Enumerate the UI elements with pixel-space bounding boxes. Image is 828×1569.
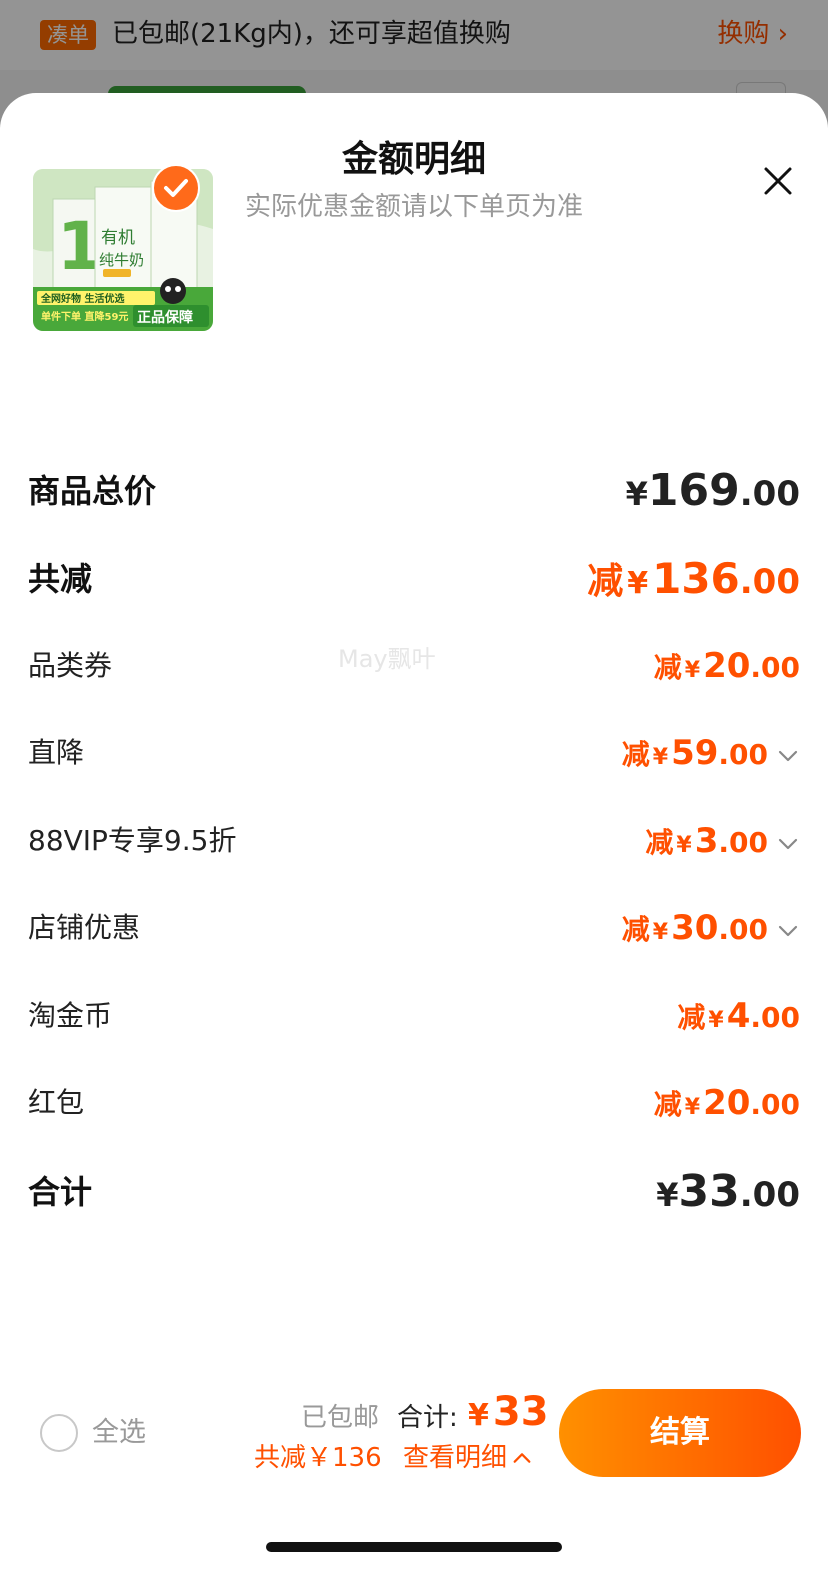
home-indicator[interactable] bbox=[266, 1542, 562, 1552]
checkout-button[interactable]: 结算 bbox=[559, 1389, 801, 1477]
row-amount: ¥ 33 .00 bbox=[656, 1162, 800, 1225]
product-image-text-2: 纯牛奶 bbox=[99, 251, 144, 269]
row-amount: 减 ¥ 3 .00 bbox=[645, 811, 800, 876]
row-direct-discount[interactable]: 直降 减 ¥ 59 .00 bbox=[28, 723, 800, 783]
product-image-text-4: 单件下单 直降59元 bbox=[41, 310, 128, 323]
sum-value: ¥33 bbox=[468, 1388, 549, 1444]
sum-label: 合计: bbox=[397, 1403, 458, 1433]
discount-prefix: 减 bbox=[677, 1001, 706, 1034]
product-image-text-1: 有机 bbox=[101, 228, 135, 248]
close-icon bbox=[764, 167, 792, 195]
chevron-down-icon[interactable] bbox=[776, 919, 800, 943]
amount-integer: 3 bbox=[694, 821, 719, 861]
currency-symbol: ¥ bbox=[656, 1176, 679, 1214]
row-label: 直降 bbox=[28, 736, 85, 769]
discount-prefix: 减 bbox=[653, 1088, 682, 1121]
amount-integer: 136 bbox=[652, 554, 740, 603]
row-label: 共减 bbox=[28, 560, 93, 598]
row-label: 合计 bbox=[28, 1173, 93, 1211]
row-red-packet: 红包 减 ¥ 20 .00 bbox=[28, 1073, 800, 1133]
row-store-discount[interactable]: 店铺优惠 减 ¥ 30 .00 bbox=[28, 898, 800, 958]
chevron-up-icon bbox=[513, 1453, 531, 1463]
close-button[interactable] bbox=[756, 159, 800, 203]
view-detail-label: 查看明细 bbox=[403, 1443, 508, 1473]
row-amount: 减 ¥ 4 .00 bbox=[677, 986, 800, 1051]
amount-integer: 169 bbox=[647, 465, 740, 516]
view-detail-link[interactable]: 查看明细 bbox=[403, 1440, 533, 1476]
watermark: May飘叶 bbox=[338, 645, 436, 673]
amount-decimal: .00 bbox=[739, 1175, 800, 1215]
amount-integer: 20 bbox=[703, 1083, 751, 1123]
chevron-down-icon[interactable] bbox=[776, 744, 800, 768]
currency-symbol: ¥ bbox=[684, 658, 701, 683]
select-all-label[interactable]: 全选 bbox=[92, 1414, 146, 1452]
row-88vip-discount[interactable]: 88VIP专享9.5折 减 ¥ 3 .00 bbox=[28, 811, 800, 871]
discount-prefix: 减 bbox=[621, 738, 650, 771]
amount-decimal: .00 bbox=[739, 474, 800, 514]
currency-symbol: ¥ bbox=[625, 475, 648, 513]
currency-symbol: ¥ bbox=[652, 745, 669, 770]
amount-decimal: .00 bbox=[718, 738, 768, 771]
amount-decimal: .00 bbox=[718, 913, 768, 946]
row-label: 红包 bbox=[28, 1086, 85, 1119]
select-all-radio[interactable] bbox=[40, 1414, 78, 1452]
currency-symbol: ¥ bbox=[708, 1008, 724, 1033]
amount-decimal: .00 bbox=[739, 562, 800, 602]
amount-integer: 33 bbox=[678, 1166, 740, 1217]
currency-symbol: ¥ bbox=[676, 833, 692, 858]
amount-decimal: .00 bbox=[750, 651, 800, 684]
sum-currency: ¥ bbox=[468, 1398, 489, 1433]
shipping-status: 已包邮 bbox=[301, 1403, 380, 1433]
product-selected-checkbox[interactable] bbox=[152, 164, 200, 212]
currency-symbol: ¥ bbox=[652, 920, 669, 945]
row-amount: 减 ¥ 20 .00 bbox=[654, 636, 800, 701]
row-label: 淘金币 bbox=[28, 999, 113, 1032]
row-label: 88VIP专享9.5折 bbox=[28, 824, 237, 857]
row-label: 品类券 bbox=[28, 649, 113, 682]
row-label: 店铺优惠 bbox=[28, 911, 141, 944]
row-amount: ¥ 169 .00 bbox=[626, 461, 800, 524]
row-total-discount: 共减 减 ¥ 136 .00 bbox=[28, 549, 800, 609]
amount-integer: 4 bbox=[726, 996, 751, 1036]
amount-decimal: .00 bbox=[718, 826, 768, 859]
amount-integer: 30 bbox=[671, 908, 719, 948]
checkmark-icon bbox=[164, 179, 188, 197]
row-amount: 减 ¥ 30 .00 bbox=[622, 898, 800, 963]
discount-prefix: 减 bbox=[653, 651, 682, 684]
product-image-text-3: 全网好物 生活优选 bbox=[40, 292, 124, 305]
amount-decimal: .00 bbox=[750, 1088, 800, 1121]
currency-symbol: ¥ bbox=[627, 566, 649, 601]
amount-decimal: .00 bbox=[750, 1001, 800, 1034]
discount-prefix: 减 bbox=[587, 561, 624, 602]
sum-amount: 33 bbox=[492, 1389, 549, 1435]
row-taojinbi: 淘金币 减 ¥ 4 .00 bbox=[28, 986, 800, 1046]
currency-symbol: ¥ bbox=[684, 1095, 701, 1120]
chevron-down-icon[interactable] bbox=[776, 832, 800, 856]
discount-prefix: 减 bbox=[645, 826, 674, 859]
row-amount: 减 ¥ 59 .00 bbox=[622, 723, 800, 788]
discount-prefix: 减 bbox=[621, 913, 650, 946]
row-amount: 减 ¥ 136 .00 bbox=[587, 549, 800, 614]
row-amount: 减 ¥ 20 .00 bbox=[654, 1073, 800, 1138]
amount-integer: 20 bbox=[703, 646, 751, 686]
amount-integer: 59 bbox=[671, 733, 719, 773]
row-goods-total: 商品总价 ¥ 169 .00 bbox=[28, 461, 800, 521]
row-grand-total: 合计 ¥ 33 .00 bbox=[28, 1162, 800, 1222]
product-image-text-5: 正品保障 bbox=[137, 309, 193, 326]
row-label: 商品总价 bbox=[28, 472, 157, 510]
saved-amount: 共减￥136 bbox=[254, 1443, 382, 1473]
